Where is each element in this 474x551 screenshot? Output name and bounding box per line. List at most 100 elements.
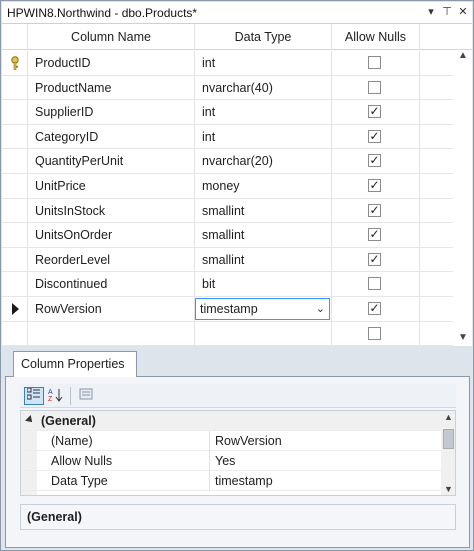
category-label: (General) [41,414,96,428]
current-row-arrow-icon [12,302,19,315]
property-value[interactable]: Yes [215,454,235,468]
table-row[interactable]: SupplierID int ✓ [2,100,472,125]
column-name-cell[interactable]: UnitPrice [28,173,195,198]
row-selector[interactable] [2,149,28,173]
table-row[interactable] [2,321,472,346]
table-row[interactable]: ProductID int [2,51,472,76]
allow-nulls-checkbox[interactable] [368,80,381,94]
property-row[interactable]: Allow Nulls Yes [21,451,441,471]
column-name-cell[interactable]: UnitsInStock [28,198,195,223]
categorized-icon[interactable] [24,387,44,405]
column-name-cell[interactable]: ProductName [28,75,195,100]
row-selector[interactable] [2,223,28,247]
data-type-cell[interactable]: smallint [195,223,332,247]
property-row[interactable]: Data Type timestamp [21,471,441,491]
column-name-cell[interactable]: ReorderLevel [28,247,195,272]
property-row[interactable]: (Name) RowVersion [21,431,441,451]
column-name-cell[interactable]: QuantityPerUnit [28,149,195,173]
scroll-up-icon[interactable]: ▲ [444,412,453,422]
designer-window: HPWIN8.Northwind - dbo.Products* ▾ ⊤ ✕ C… [0,0,474,551]
data-type-cell[interactable]: timestamp ⌄ [195,296,332,321]
allow-nulls-cell [332,51,420,75]
column-name-cell[interactable]: Discontinued [28,272,195,296]
data-type-cell[interactable]: smallint [195,247,332,272]
column-name-cell[interactable]: ProductID [28,51,195,75]
table-designer-grid: Column Name Data Type Allow Nulls Produc… [2,24,472,346]
row-selector[interactable] [2,247,28,272]
data-type-cell[interactable]: smallint [195,198,332,223]
table-row[interactable]: ProductName nvarchar(40) [2,75,472,101]
allow-nulls-checkbox[interactable]: ✓ [368,129,381,143]
column-name-header: Column Name [28,24,195,50]
property-divider [209,471,210,491]
table-row[interactable]: UnitPrice money ✓ [2,173,472,199]
data-type-cell[interactable]: nvarchar(40) [195,75,332,100]
allow-nulls-checkbox[interactable]: ✓ [368,105,381,119]
allow-nulls-checkbox[interactable]: ✓ [368,154,381,168]
property-grid-scrollbar[interactable]: ▲ ▼ [441,411,455,495]
table-row[interactable]: UnitsInStock smallint ✓ [2,198,472,224]
dropdown-icon[interactable]: ▾ [424,5,438,19]
allow-nulls-cell [332,75,420,100]
allow-nulls-checkbox[interactable]: ✓ [368,178,381,192]
row-selector[interactable] [2,100,28,124]
scroll-thumb[interactable] [443,429,454,449]
property-divider [209,431,210,451]
data-type-cell[interactable]: money [195,173,332,198]
data-type-cell[interactable] [195,321,332,346]
table-row[interactable]: QuantityPerUnit nvarchar(20) ✓ [2,149,472,174]
grid-vertical-scrollbar[interactable]: ▲ ▼ [453,50,472,346]
column-name-cell[interactable]: RowVersion [28,296,195,321]
allow-nulls-checkbox[interactable] [368,277,381,291]
table-row[interactable]: RowVersion timestamp ⌄ ✓ [2,296,472,322]
property-category[interactable]: (General) [21,411,441,431]
collapse-icon[interactable] [25,415,35,425]
data-type-cell[interactable]: int [195,51,332,75]
row-selector[interactable] [2,321,28,346]
column-name-cell[interactable]: UnitsOnOrder [28,223,195,247]
allow-nulls-checkbox[interactable]: ✓ [368,203,381,217]
table-row[interactable]: UnitsOnOrder smallint ✓ [2,223,472,248]
column-name-cell[interactable]: SupplierID [28,100,195,124]
table-row[interactable]: ReorderLevel smallint ✓ [2,247,472,273]
column-name-cell[interactable]: CategoryID [28,124,195,149]
data-type-cell[interactable]: int [195,124,332,149]
chevron-down-icon[interactable]: ⌄ [316,299,325,319]
allow-nulls-checkbox[interactable] [368,326,381,340]
property-divider [209,451,210,471]
allow-nulls-cell: ✓ [332,223,420,247]
allow-nulls-checkbox[interactable]: ✓ [368,301,381,315]
table-row[interactable]: Discontinued bit [2,272,472,297]
column-name-cell[interactable] [28,321,195,346]
data-type-cell[interactable]: int [195,100,332,124]
property-value[interactable]: RowVersion [215,434,282,448]
property-pages-icon[interactable] [76,387,96,405]
allow-nulls-checkbox[interactable]: ✓ [368,228,381,242]
allow-nulls-checkbox[interactable]: ✓ [368,252,381,266]
scroll-down-icon[interactable]: ▼ [458,332,468,343]
data-type-value: timestamp [200,301,258,316]
sort-az-icon[interactable]: AZ [46,387,66,405]
data-type-combobox[interactable]: timestamp ⌄ [195,297,330,320]
table-row[interactable]: CategoryID int ✓ [2,124,472,150]
data-type-cell[interactable]: nvarchar(20) [195,149,332,173]
row-selector[interactable] [2,75,28,100]
title-bar[interactable]: HPWIN8.Northwind - dbo.Products* ▾ ⊤ ✕ [2,2,472,24]
row-selector[interactable] [2,198,28,223]
allow-nulls-cell: ✓ [332,198,420,223]
row-selector[interactable] [2,272,28,296]
scroll-down-icon[interactable]: ▼ [444,484,453,494]
pushpin-icon[interactable]: ⊤ [440,5,454,19]
row-selector[interactable] [2,296,28,321]
allow-nulls-checkbox[interactable] [368,56,381,69]
data-type-cell[interactable]: bit [195,272,332,296]
window-title: HPWIN8.Northwind - dbo.Products* [7,6,198,20]
row-selector[interactable] [2,124,28,149]
scroll-up-icon[interactable]: ▲ [458,50,468,61]
tab-column-properties[interactable]: Column Properties [13,351,137,377]
row-selector[interactable] [2,51,28,75]
close-icon[interactable]: ✕ [456,5,470,19]
allow-nulls-header: Allow Nulls [332,24,420,50]
property-value[interactable]: timestamp [215,474,273,488]
row-selector[interactable] [2,173,28,198]
